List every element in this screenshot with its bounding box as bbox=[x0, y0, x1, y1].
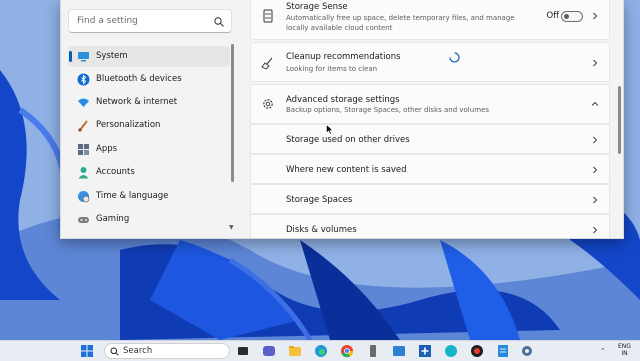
advanced-title: Advanced storage settings bbox=[286, 95, 400, 105]
settings-sidebar: Find a setting System Bluetooth & device… bbox=[61, 0, 239, 238]
chevron-right-icon[interactable] bbox=[591, 226, 599, 234]
notepad-icon[interactable] bbox=[496, 344, 510, 358]
chevron-up-icon[interactable] bbox=[591, 100, 599, 108]
sidebar-item-label: Time & language bbox=[96, 191, 169, 201]
subitem-label: Disks & volumes bbox=[286, 225, 357, 235]
settings-search-box[interactable]: Find a setting bbox=[68, 9, 232, 33]
search-placeholder: Find a setting bbox=[77, 16, 138, 26]
storage-sense-subtitle: Automatically free up space, delete temp… bbox=[286, 14, 515, 32]
record-icon[interactable] bbox=[470, 344, 484, 358]
chrome-browser-icon[interactable] bbox=[340, 344, 354, 358]
active-indicator bbox=[69, 51, 72, 62]
sidebar-item-label: System bbox=[96, 51, 128, 61]
toggle-knob bbox=[564, 14, 569, 19]
brush-icon bbox=[78, 120, 88, 132]
chevron-right-icon[interactable] bbox=[591, 12, 599, 20]
advanced-subitem[interactable]: Storage used on other drives bbox=[250, 124, 610, 154]
chevron-right-icon[interactable] bbox=[591, 196, 599, 204]
plus-app-icon[interactable] bbox=[418, 344, 432, 358]
bluetooth-icon bbox=[77, 73, 90, 86]
controller-icon bbox=[78, 217, 89, 223]
taskbar-search[interactable]: Search bbox=[104, 343, 230, 359]
advanced-storage-settings-card[interactable]: Advanced storage settings Backup options… bbox=[250, 84, 610, 124]
loading-spinner-icon bbox=[449, 52, 460, 63]
region-code: IN bbox=[621, 350, 628, 357]
sidebar-item-label: Gaming bbox=[96, 214, 130, 224]
screen-capture-icon[interactable] bbox=[392, 344, 406, 358]
advanced-subtitle: Backup options, Storage Spaces, other di… bbox=[286, 106, 489, 114]
sidebar-item-label: Network & internet bbox=[96, 97, 178, 107]
toggle-state-label: Off bbox=[546, 11, 559, 21]
subitem-label: Storage Spaces bbox=[286, 195, 353, 205]
broom-icon bbox=[261, 57, 273, 70]
taskbar-search-label: Search bbox=[123, 346, 153, 356]
sidebar-item-label: Apps bbox=[96, 144, 118, 154]
cleanup-subtitle: Looking for items to clean bbox=[286, 65, 378, 73]
chevron-right-icon[interactable] bbox=[591, 166, 599, 174]
language-indicator[interactable]: ENG IN bbox=[618, 343, 631, 357]
sidebar-item-system[interactable]: System bbox=[68, 46, 230, 67]
cleanup-recommendations-card[interactable]: Cleanup recommendations Looking for item… bbox=[250, 42, 610, 82]
advanced-subitem[interactable]: Storage Spaces bbox=[250, 184, 610, 214]
sidebar-item-accounts[interactable]: Accounts bbox=[68, 162, 230, 183]
wifi-icon bbox=[78, 98, 89, 107]
teams-chat-icon[interactable] bbox=[262, 344, 276, 358]
person-icon bbox=[78, 167, 89, 179]
storage-drive-icon bbox=[263, 9, 273, 23]
storage-sense-card[interactable]: Storage Sense Automatically free up spac… bbox=[250, 0, 610, 40]
sidebar-item-label: Personalization bbox=[96, 120, 161, 130]
search-icon bbox=[110, 347, 119, 356]
subitem-label: Storage used on other drives bbox=[286, 135, 410, 145]
apps-icon bbox=[78, 144, 89, 155]
monitor-icon bbox=[78, 52, 89, 62]
advanced-subitem[interactable]: Disks & volumes bbox=[250, 214, 610, 238]
storage-sense-toggle[interactable] bbox=[561, 11, 583, 22]
sidebar-item-apps[interactable]: Apps bbox=[68, 139, 230, 160]
sidebar-item-bluetooth[interactable]: Bluetooth & devices bbox=[68, 69, 230, 90]
windows-start-icon[interactable] bbox=[80, 344, 94, 358]
chevron-up-tray-icon[interactable]: ⌃ bbox=[600, 347, 606, 355]
file-explorer-icon[interactable] bbox=[288, 344, 302, 358]
sidebar-item-time-language[interactable]: Time & language bbox=[68, 186, 230, 207]
sidebar-scrollbar[interactable] bbox=[231, 44, 234, 182]
edge-browser-icon[interactable] bbox=[314, 344, 328, 358]
chevron-right-icon[interactable] bbox=[591, 59, 599, 67]
gear-icon bbox=[263, 99, 273, 109]
sidebar-item-label: Bluetooth & devices bbox=[96, 74, 182, 84]
sidebar-item-gaming[interactable]: Gaming bbox=[68, 209, 230, 230]
sidebar-item-label: Accounts bbox=[96, 167, 135, 177]
chevron-right-icon[interactable] bbox=[591, 136, 599, 144]
search-icon[interactable] bbox=[213, 16, 225, 28]
storage-content: Storage Sense Automatically free up spac… bbox=[250, 0, 610, 238]
settings-window: Find a setting System Bluetooth & device… bbox=[60, 0, 624, 239]
task-view-icon[interactable] bbox=[236, 344, 250, 358]
settings-gear-icon[interactable] bbox=[520, 344, 534, 358]
sidebar-item-network[interactable]: Network & internet bbox=[68, 92, 230, 113]
scroll-down-arrow-icon[interactable]: ▼ bbox=[229, 224, 234, 231]
subitem-label: Where new content is saved bbox=[286, 165, 407, 175]
storage-sense-title: Storage Sense bbox=[286, 2, 348, 12]
usb-drive-icon[interactable] bbox=[366, 344, 380, 358]
advanced-subitem[interactable]: Where new content is saved bbox=[250, 154, 610, 184]
sidebar-item-personalization[interactable]: Personalization bbox=[68, 115, 230, 136]
taskbar: Search ⌃ ENG IN bbox=[0, 340, 640, 361]
globe-clock-icon bbox=[78, 191, 90, 203]
canva-icon[interactable] bbox=[444, 344, 458, 358]
cleanup-title: Cleanup recommendations bbox=[286, 52, 401, 62]
mouse-cursor-icon bbox=[326, 124, 334, 135]
content-scrollbar[interactable] bbox=[618, 86, 621, 154]
language-code: ENG bbox=[618, 343, 631, 350]
